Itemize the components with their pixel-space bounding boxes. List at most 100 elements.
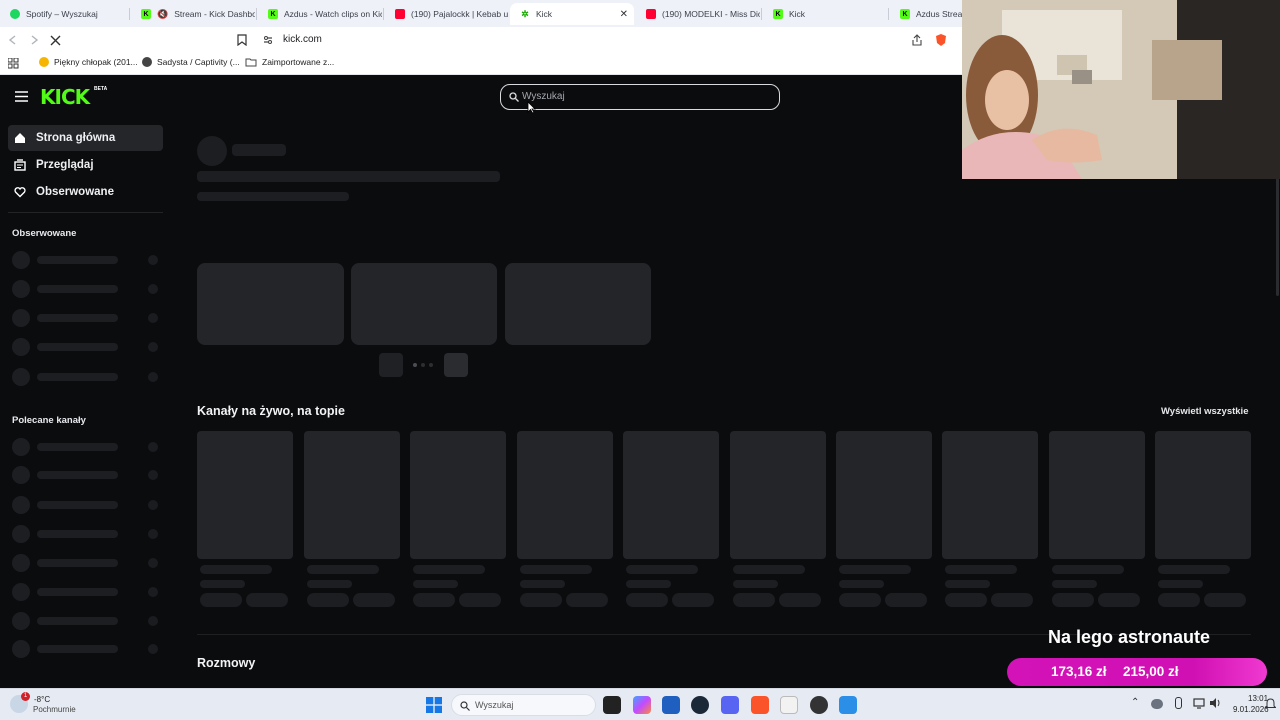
donation-goal-amount: 215,00 zł	[1123, 664, 1179, 679]
weather-description[interactable]: Pochmurnie	[33, 705, 76, 714]
live-card-title-skeleton	[733, 565, 805, 574]
microphone-icon[interactable]	[1175, 697, 1182, 709]
carousel-next-button[interactable]	[444, 353, 468, 377]
tab-azdus-clips[interactable]: K Azdus - Watch clips on Kick	[258, 3, 382, 25]
bookmark-item-3[interactable]: Zaimportowane z...	[245, 57, 334, 67]
sidebar-viewer-dot-skeleton	[148, 442, 158, 452]
windows-start-icon[interactable]	[426, 697, 442, 713]
live-card-tag-skeleton	[779, 593, 821, 607]
live-card-tag-skeleton	[991, 593, 1033, 607]
store-icon[interactable]	[662, 696, 680, 714]
taskbar-search-input[interactable]: Wyszukaj	[475, 700, 513, 710]
tab-title: Kick	[536, 9, 553, 19]
sidebar-viewer-dot-skeleton	[148, 313, 158, 323]
webcam-overlay	[962, 0, 1280, 179]
live-card-name-skeleton	[945, 580, 990, 588]
tab-title: Azdus Stream	[916, 9, 962, 19]
kick-icon: K	[268, 9, 278, 19]
tab-youtube-pajalockk[interactable]: (190) Pajalockk | Kebab u P	[385, 3, 509, 25]
sidebar-channel-name-skeleton	[37, 471, 118, 479]
copilot-icon[interactable]	[633, 696, 651, 714]
tab-spotify[interactable]: Spotify – Wyszukaj	[0, 3, 128, 25]
notifications-bell-icon[interactable]	[1265, 698, 1276, 710]
sidebar-channel-name-skeleton	[37, 501, 118, 509]
photos-icon[interactable]	[839, 696, 857, 714]
back-icon[interactable]	[8, 35, 20, 45]
donation-progress-bar: 173,16 zł 215,00 zł	[1007, 658, 1267, 686]
bookmark-icon[interactable]	[237, 34, 247, 46]
notepad-icon[interactable]	[780, 696, 798, 714]
sidebar-viewer-dot-skeleton	[148, 616, 158, 626]
live-card-name-skeleton	[200, 580, 245, 588]
obs-icon[interactable]	[810, 696, 828, 714]
kick-logo[interactable]: KICK	[40, 85, 90, 109]
sidebar-viewer-dot-skeleton	[148, 255, 158, 265]
task-view-icon[interactable]	[603, 696, 621, 714]
sidebar-channel-skeleton	[12, 309, 30, 327]
stop-loading-icon[interactable]	[50, 35, 61, 46]
live-card-name-skeleton	[307, 580, 352, 588]
sidebar-channel-name-skeleton	[37, 314, 118, 322]
folder-icon	[245, 58, 257, 67]
carousel-prev-button[interactable]	[379, 353, 403, 377]
tab-title: Kick	[789, 9, 806, 19]
carousel-dot[interactable]	[429, 363, 433, 367]
youtube-icon	[646, 9, 656, 19]
apps-grid-icon[interactable]	[8, 58, 19, 69]
tab-kick-active[interactable]: ✲ Kick ✕	[510, 3, 634, 25]
taskbar-search-box[interactable]: Wyszukaj	[451, 694, 596, 716]
live-card-name-skeleton	[626, 580, 671, 588]
bookmark-item-2[interactable]: Sadysta / Captivity (...	[142, 57, 240, 67]
weather-temperature[interactable]: -8°C	[34, 695, 50, 704]
menu-icon[interactable]	[15, 91, 28, 102]
sidebar-item-home[interactable]: Strona główna	[8, 125, 163, 151]
clock-date[interactable]: 9.01.2026	[1233, 705, 1269, 714]
sidebar-viewer-dot-skeleton	[148, 372, 158, 382]
brave-shield-icon[interactable]	[935, 33, 947, 47]
sidebar-item-browse[interactable]: Przeglądaj	[8, 152, 163, 178]
site-info-icon[interactable]	[263, 35, 273, 45]
live-card-tag-skeleton	[1098, 593, 1140, 607]
bookmark-item-1[interactable]: Piękny chłopak (201...	[39, 57, 138, 67]
live-card-name-skeleton	[839, 580, 884, 588]
tab-azdus-stream[interactable]: K Azdus Stream	[890, 3, 962, 25]
onedrive-icon[interactable]	[1151, 699, 1163, 709]
live-card-title-skeleton	[413, 565, 485, 574]
carousel-dot[interactable]	[413, 363, 417, 367]
live-card-tag-skeleton	[353, 593, 395, 607]
carousel-card-skeleton	[351, 263, 497, 345]
bookmarks-bar: Piękny chłopak (201... Sadysta / Captivi…	[0, 53, 962, 75]
close-tab-icon[interactable]: ✕	[620, 9, 628, 20]
live-card-name-skeleton	[520, 580, 565, 588]
brave-icon[interactable]	[751, 696, 769, 714]
tab-youtube-modelki[interactable]: (190) MODELKI - Miss Dior	[636, 3, 760, 25]
sidebar-channel-name-skeleton	[37, 256, 118, 264]
sidebar-channel-name-skeleton	[37, 588, 118, 596]
sidebar-viewer-dot-skeleton	[148, 529, 158, 539]
live-card-tag-skeleton	[520, 593, 562, 607]
tab-title: Spotify – Wyszukaj	[26, 9, 98, 19]
live-card-tag-skeleton	[1158, 593, 1200, 607]
forward-icon[interactable]	[28, 35, 40, 45]
youtube-icon	[395, 9, 405, 19]
search-box[interactable]: Wyszukaj	[500, 84, 780, 110]
sidebar-heading-recommended: Polecane kanały	[12, 415, 86, 426]
view-all-link[interactable]: Wyświetl wszystkie	[1161, 406, 1248, 417]
share-icon[interactable]	[911, 34, 923, 46]
volume-icon[interactable]	[1209, 697, 1222, 709]
url-field[interactable]: kick.com	[283, 34, 322, 45]
carousel-dot[interactable]	[421, 363, 425, 367]
discord-icon[interactable]	[721, 696, 739, 714]
tab-kick-dashboard[interactable]: K 🔇 Stream - Kick Dashboard	[131, 3, 255, 25]
tab-kick[interactable]: K Kick	[763, 3, 887, 25]
sidebar-item-following[interactable]: Obserwowane	[8, 179, 163, 205]
sidebar-viewer-dot-skeleton	[148, 470, 158, 480]
chevron-up-icon[interactable]: ⌃	[1131, 697, 1139, 708]
sidebar-viewer-dot-skeleton	[148, 644, 158, 654]
live-card-thumbnail-skeleton	[1155, 431, 1251, 559]
kick-icon: K	[773, 9, 783, 19]
sidebar-channel-skeleton	[12, 554, 30, 572]
carousel-card-skeleton	[197, 263, 344, 345]
network-icon[interactable]	[1193, 698, 1205, 709]
steam-icon[interactable]	[691, 696, 709, 714]
